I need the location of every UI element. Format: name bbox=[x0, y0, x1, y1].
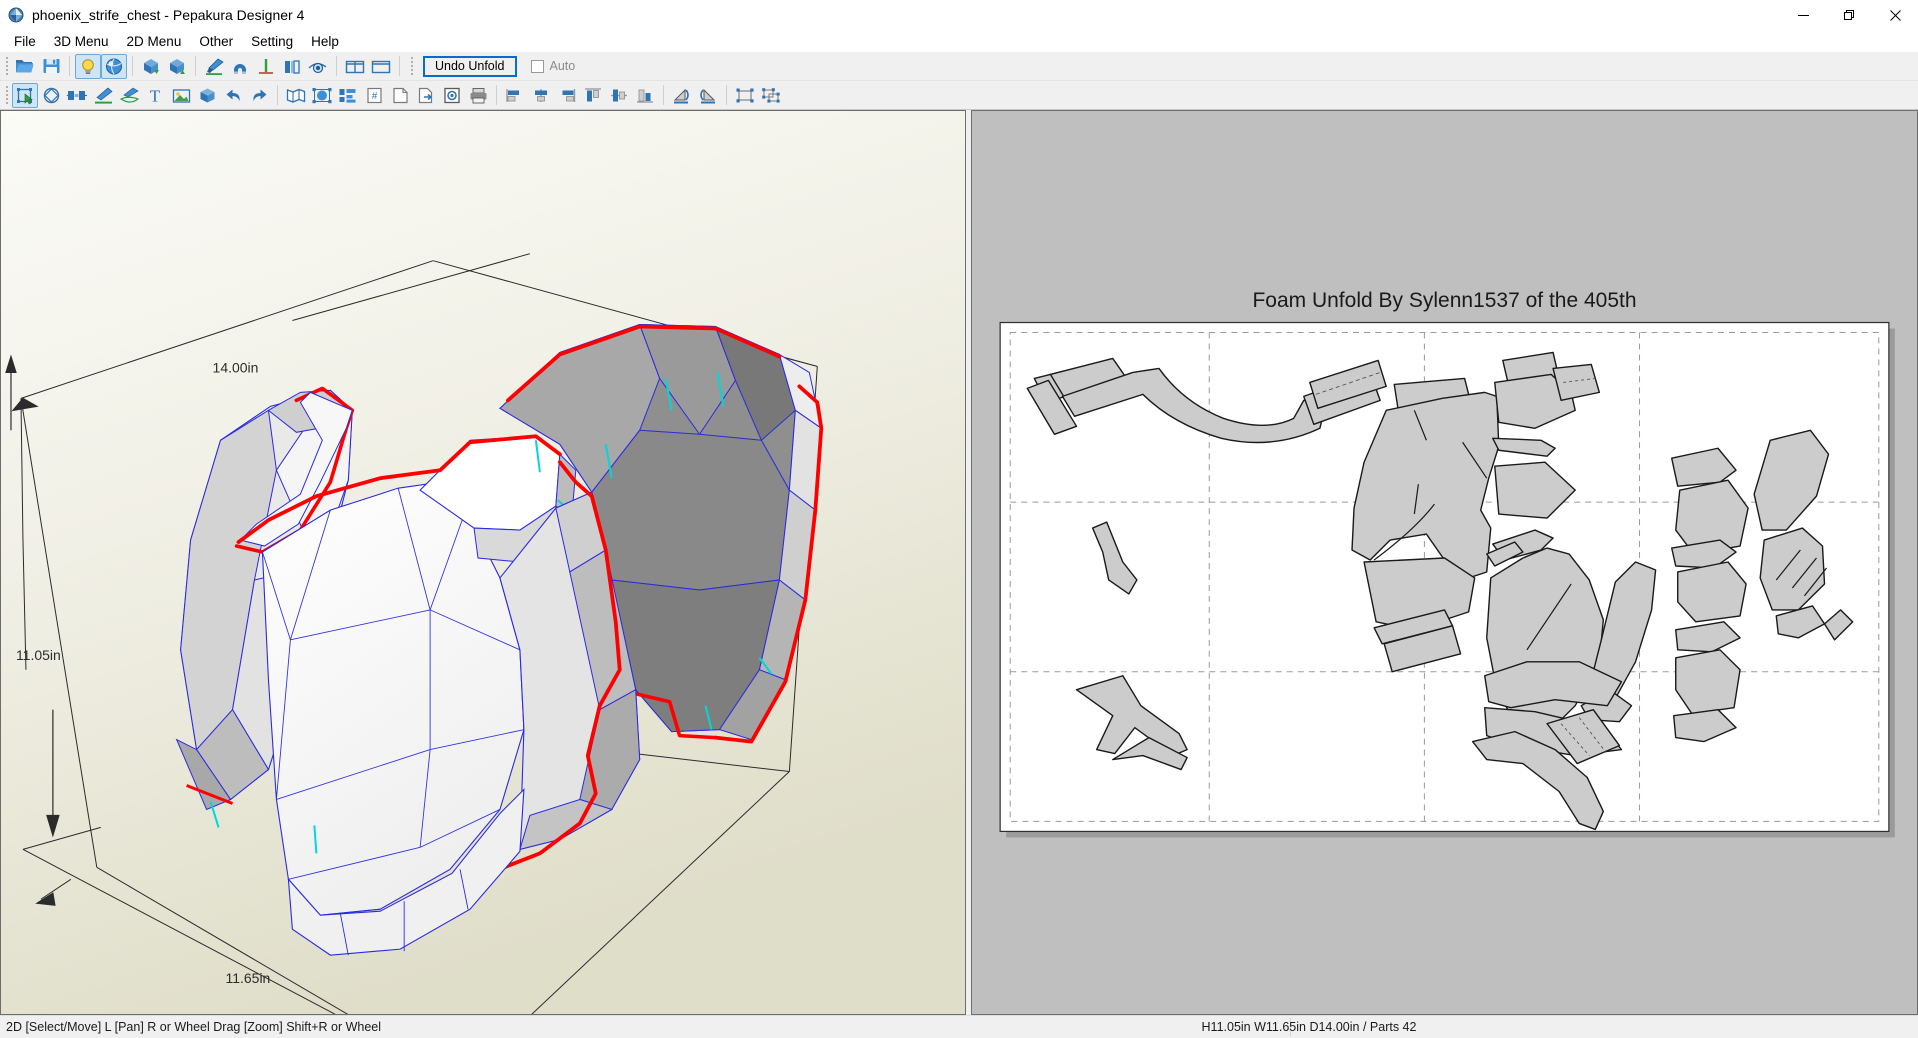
toolbar-separator bbox=[277, 85, 278, 105]
3d-model-viewport[interactable]: 14.00in 11.05in 11.65in bbox=[0, 110, 966, 1015]
close-icon[interactable] bbox=[1872, 0, 1918, 30]
axis-ruler-icon[interactable] bbox=[253, 54, 279, 79]
select-move-icon[interactable] bbox=[12, 82, 38, 108]
pepakura-app-icon bbox=[8, 7, 24, 23]
part-wedge bbox=[1675, 649, 1741, 715]
rotate-part-icon[interactable] bbox=[38, 83, 64, 108]
ungroup-parts-icon[interactable] bbox=[758, 83, 784, 108]
print-icon[interactable] bbox=[465, 83, 491, 108]
toolbar-separator bbox=[336, 56, 337, 76]
status-bar: 2D [Select/Move] L [Pan] R or Wheel Drag… bbox=[0, 1015, 1918, 1038]
window-controls bbox=[1780, 0, 1918, 30]
open-file-icon[interactable] bbox=[12, 54, 38, 79]
edit-edge-icon[interactable] bbox=[90, 83, 116, 108]
pepakura-window: phoenix_strife_chest - Pepakura Designer… bbox=[0, 0, 1918, 1038]
join-disjoin-icon[interactable] bbox=[64, 83, 90, 108]
svg-text:T: T bbox=[150, 86, 161, 105]
text-tool-icon[interactable]: T bbox=[142, 83, 168, 108]
toolbar-separator bbox=[726, 85, 727, 105]
auto-checkbox[interactable]: Auto bbox=[530, 59, 576, 73]
split-vertical-icon[interactable] bbox=[342, 54, 368, 79]
align-center-horizontal-icon[interactable] bbox=[528, 83, 554, 108]
3d-scene: 14.00in 11.05in 11.65in bbox=[1, 111, 965, 1014]
toolbar-grip[interactable] bbox=[3, 84, 10, 106]
svg-text:#: # bbox=[371, 91, 377, 102]
dim-width-label: 11.65in bbox=[226, 970, 271, 986]
minimize-icon[interactable] bbox=[1780, 0, 1826, 30]
status-model-info: H11.05in W11.65in D14.00in / Parts 42 bbox=[1201, 1020, 1417, 1034]
page-setup-icon[interactable] bbox=[387, 83, 413, 108]
layout-parts-icon[interactable] bbox=[335, 83, 361, 108]
toolbar-separator bbox=[496, 85, 497, 105]
main-toolbar: Undo Unfold Auto bbox=[0, 52, 1918, 81]
title-bar: phoenix_strife_chest - Pepakura Designer… bbox=[0, 0, 1918, 30]
menu-3d[interactable]: 3D Menu bbox=[45, 32, 118, 51]
toolbar-grip[interactable] bbox=[3, 55, 10, 77]
menu-2d[interactable]: 2D Menu bbox=[118, 32, 191, 51]
window-title: phoenix_strife_chest - Pepakura Designer… bbox=[32, 7, 305, 23]
menu-bar: File 3D Menu 2D Menu Other Setting Help bbox=[0, 30, 1918, 52]
toolbar-separator bbox=[195, 56, 196, 76]
refold-model-icon[interactable] bbox=[164, 54, 190, 79]
align-left-icon[interactable] bbox=[502, 83, 528, 108]
2d-unfold-viewport[interactable]: Foam Unfold By Sylenn1537 of the 405th bbox=[971, 110, 1918, 1015]
toolbar-grip[interactable] bbox=[408, 55, 415, 77]
lightbulb-icon[interactable] bbox=[75, 53, 101, 79]
undo-unfold-button[interactable]: Undo Unfold bbox=[423, 55, 517, 77]
menu-help[interactable]: Help bbox=[302, 32, 348, 51]
workspace: 14.00in 11.05in 11.65in Foam Unfold By S… bbox=[0, 110, 1918, 1015]
toolbar-separator bbox=[132, 56, 133, 76]
flip-vertical-icon[interactable] bbox=[695, 83, 721, 108]
paint-brush-icon[interactable] bbox=[201, 54, 227, 79]
export-page-icon[interactable] bbox=[413, 83, 439, 108]
group-parts-icon[interactable] bbox=[732, 83, 758, 108]
part-wedge bbox=[1677, 561, 1747, 623]
sheet-title: Foam Unfold By Sylenn1537 of the 405th bbox=[1252, 289, 1637, 312]
menu-file[interactable]: File bbox=[5, 32, 45, 51]
align-middle-icon[interactable] bbox=[606, 83, 632, 108]
split-horizontal-icon[interactable] bbox=[368, 54, 394, 79]
undo-icon[interactable] bbox=[220, 83, 246, 108]
texture-ball-icon[interactable] bbox=[101, 53, 127, 79]
flip-horizontal-icon[interactable] bbox=[669, 83, 695, 108]
auto-checkbox-label: Auto bbox=[549, 59, 576, 73]
secondary-toolbar: T # bbox=[0, 81, 1918, 110]
open-book-icon[interactable] bbox=[279, 54, 305, 79]
restore-icon[interactable] bbox=[1826, 0, 1872, 30]
align-bottom-icon[interactable] bbox=[632, 83, 658, 108]
dim-depth-label: 14.00in bbox=[213, 359, 259, 375]
auto-checkbox-box[interactable] bbox=[530, 59, 544, 73]
menu-other[interactable]: Other bbox=[190, 32, 242, 51]
dim-height-label: 11.05in bbox=[16, 647, 61, 663]
magnet-icon[interactable] bbox=[227, 54, 253, 79]
image-tool-icon[interactable] bbox=[168, 83, 194, 108]
toolbar-separator bbox=[399, 56, 400, 76]
unfold-map-icon[interactable] bbox=[283, 83, 309, 108]
eye-icon[interactable] bbox=[305, 54, 331, 79]
save-file-icon[interactable] bbox=[38, 54, 64, 79]
select-all-parts-icon[interactable] bbox=[309, 83, 335, 108]
unfold-model-icon[interactable] bbox=[138, 54, 164, 79]
toolbar-separator bbox=[663, 85, 664, 105]
toolbar-separator bbox=[69, 56, 70, 76]
redo-icon[interactable] bbox=[246, 83, 272, 108]
menu-setting[interactable]: Setting bbox=[242, 32, 302, 51]
2d-scene bbox=[972, 111, 1917, 1014]
edit-fold-line-icon[interactable] bbox=[116, 83, 142, 108]
print-preview-icon[interactable] bbox=[439, 83, 465, 108]
align-right-icon[interactable] bbox=[554, 83, 580, 108]
cube-tool-icon[interactable] bbox=[194, 83, 220, 108]
align-top-icon[interactable] bbox=[580, 83, 606, 108]
page-number-icon[interactable]: # bbox=[361, 83, 387, 108]
